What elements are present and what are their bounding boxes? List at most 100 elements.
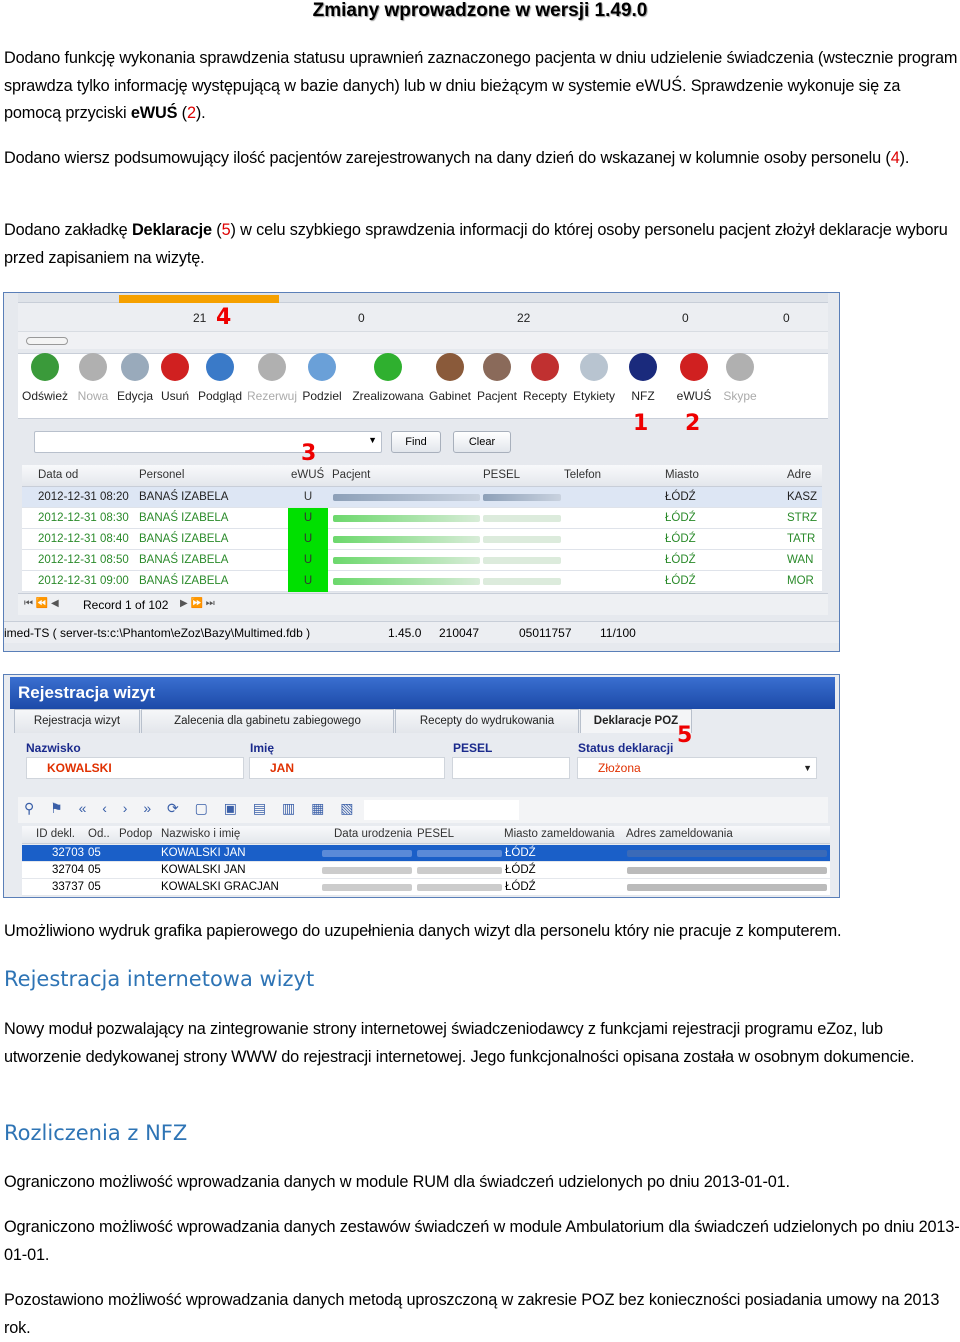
record-counter: Record 1 of 102 (83, 598, 169, 612)
column-header[interactable]: ID dekl. (36, 828, 75, 840)
tab-recepty[interactable]: Recepty do wydrukowania (395, 709, 579, 733)
marker-ref: 5 (221, 221, 231, 239)
table-row[interactable]: 2012-12-31 08:20 BANAŚ IZABELA U ŁÓDŹ KASZ (22, 487, 822, 508)
bold-text: eWUŚ (130, 104, 178, 122)
column-header[interactable]: Adre (787, 469, 811, 481)
paragraph: Ograniczono możliwość wprowadzania danyc… (4, 1218, 960, 1264)
paragraph-summary-row: Dodano wiersz podsumowujący ilość pacjen… (4, 145, 960, 173)
status-field: 05011757 (519, 626, 572, 640)
page-title: Zmiany wprowadzone w wersji 1.49.0 (312, 0, 648, 21)
tab-deklaracje-poz[interactable]: Deklaracje POZ (580, 709, 692, 733)
imie-input[interactable]: JAN (249, 757, 445, 779)
chevron-down-icon[interactable]: ▼ (803, 758, 812, 778)
summary-count: 0 (358, 311, 365, 325)
patient-icon (483, 353, 511, 381)
horizontal-scrollbar[interactable] (18, 331, 828, 349)
paragraph-online-registration: Nowy moduł pozwalający na zintegrowanie … (4, 1020, 915, 1066)
column-header[interactable]: PESEL (417, 828, 454, 840)
column-header[interactable]: Personel (139, 469, 184, 481)
toolbar-button-podziel[interactable]: Podziel (292, 353, 352, 403)
ewus-status-cell: U (303, 491, 313, 503)
summary-count: 21 (193, 311, 207, 325)
screenshot-appointment-grid: 21 0 22 0 0 4 Odśwież Nowa Edycja Usuń Podgl… (3, 292, 840, 652)
tab-zalecenia[interactable]: Zalecenia dla gabinetu zabiegowego (141, 709, 394, 733)
ewus-status-cell: U (288, 529, 328, 550)
address-cell: KASZ (787, 491, 818, 503)
marker-ref: 2 (186, 104, 196, 122)
column-header[interactable]: Adres zameldowania (626, 828, 733, 840)
table-row[interactable]: 32704 05 KOWALSKI JAN ŁÓDŹ (22, 862, 830, 879)
column-header[interactable]: Podop (119, 828, 152, 840)
toolbar-label: Rezerwuj (246, 389, 297, 403)
toolbar-button-zrealizowana[interactable]: Zrealizowana (352, 353, 424, 403)
nav-next-last-icons[interactable]: ▶ ⏩ ⏭ (180, 598, 215, 609)
pesel-input[interactable] (452, 757, 570, 779)
city-cell: ŁÓDŹ (665, 512, 696, 524)
toolbar-label: Podgląd (197, 389, 243, 403)
toolbar-label: Etykiety (572, 389, 615, 403)
staff-cell: BANAŚ IZABELA (139, 512, 229, 524)
status-database: imed-TS ( server-ts:c:\Phantom\eZoz\Bazy… (4, 626, 311, 640)
ewus-status-cell: U (288, 571, 328, 592)
text: ( (177, 104, 187, 122)
summary-count: 22 (517, 311, 531, 325)
column-header[interactable]: Nazwisko i imię (161, 828, 240, 840)
status-select[interactable]: Złożona ▼ (577, 757, 817, 779)
status-bar: imed-TS ( server-ts:c:\Phantom\eZoz\Bazy… (4, 621, 839, 643)
toolbar-label: Skype (723, 389, 757, 403)
column-header[interactable]: Data urodzenia (334, 828, 412, 840)
column-header[interactable]: Pacjent (332, 469, 370, 481)
toolbar-label: eWUŚ (676, 389, 712, 403)
toolbar-label: Nowa (77, 389, 109, 403)
staff-cell: BANAŚ IZABELA (139, 554, 229, 566)
lock-icon (258, 353, 286, 381)
staff-cell: BANAŚ IZABELA (139, 491, 229, 503)
text: ( (211, 221, 222, 239)
filter-icons[interactable]: ⚲ ⚑ « ‹ › » ⟳ ▢ ▣ ▤ ▥ ▦ ▧ (24, 800, 359, 816)
redacted-address (627, 884, 827, 891)
column-header[interactable]: PESEL (483, 469, 520, 481)
column-header[interactable]: eWUŚ (291, 469, 324, 481)
bold-text: Deklaracje (131, 221, 212, 239)
column-header[interactable]: Data od (38, 469, 78, 481)
nav-first-prev-icons[interactable]: ⏮ ⏪ ◀ (24, 598, 59, 609)
staff-cell: BANAŚ IZABELA (139, 575, 229, 587)
tab-rejestracja-wizyt[interactable]: Rejestracja wizyt (14, 709, 140, 733)
od-cell: 05 (88, 864, 101, 876)
nazwisko-input[interactable]: KOWALSKI (26, 757, 244, 779)
table-row[interactable]: 2012-12-31 08:30 BANAŚ IZABELA U ŁÓDŹ STRZ (22, 508, 822, 529)
paragraph-ewus: Dodano funkcję wykonania sprawdzenia sta… (4, 45, 960, 128)
summary-row (18, 303, 828, 331)
table-row[interactable]: 2012-12-31 09:00 BANAŚ IZABELA U ŁÓDŹ MOR (22, 571, 822, 592)
table-row[interactable]: 2012-12-31 08:40 BANAŚ IZABELA U ŁÓDŹ TATR (22, 529, 822, 550)
clear-button[interactable]: Clear (453, 431, 511, 453)
toolbar-combo[interactable] (364, 800, 519, 820)
find-button[interactable]: Find (391, 431, 441, 453)
table-row[interactable]: 32703 05 KOWALSKI JAN ŁÓDŹ (22, 845, 830, 862)
redacted-patient (333, 515, 480, 522)
redacted-pesel (417, 850, 502, 857)
column-header[interactable]: Miasto (665, 469, 699, 481)
table-row[interactable]: 33737 05 KOWALSKI GRACJAN ŁÓDŹ (22, 879, 830, 896)
toolbar-label: Gabinet (428, 389, 472, 403)
od-cell: 05 (88, 847, 101, 859)
toolbar-button-podgląd[interactable]: Podgląd (190, 353, 250, 403)
table-row[interactable]: 2012-12-31 08:50 BANAŚ IZABELA U ŁÓDŹ WAN (22, 550, 822, 571)
name-cell: KOWALSKI GRACJAN (161, 881, 279, 893)
redacted-pesel (483, 494, 561, 501)
scroll-thumb[interactable] (26, 337, 68, 345)
toolbar-label: Podziel (302, 389, 342, 403)
marker-2: 2 (685, 411, 701, 436)
column-header[interactable]: Telefon (564, 469, 601, 481)
column-header[interactable]: Miasto zameldowania (504, 828, 615, 840)
chevron-down-icon[interactable]: ▼ (368, 435, 377, 445)
date-cell: 2012-12-31 08:30 (38, 512, 129, 524)
search-combo[interactable]: ▼ (34, 431, 382, 453)
redacted-pesel (483, 578, 561, 585)
redacted-pesel (483, 536, 561, 543)
column-header[interactable]: Od.. (88, 828, 110, 840)
name-cell: KOWALSKI JAN (161, 847, 246, 859)
redacted-birthdate (322, 884, 412, 891)
toolbar-button-skype[interactable]: Skype (710, 353, 770, 403)
redacted-birthdate (322, 867, 412, 874)
